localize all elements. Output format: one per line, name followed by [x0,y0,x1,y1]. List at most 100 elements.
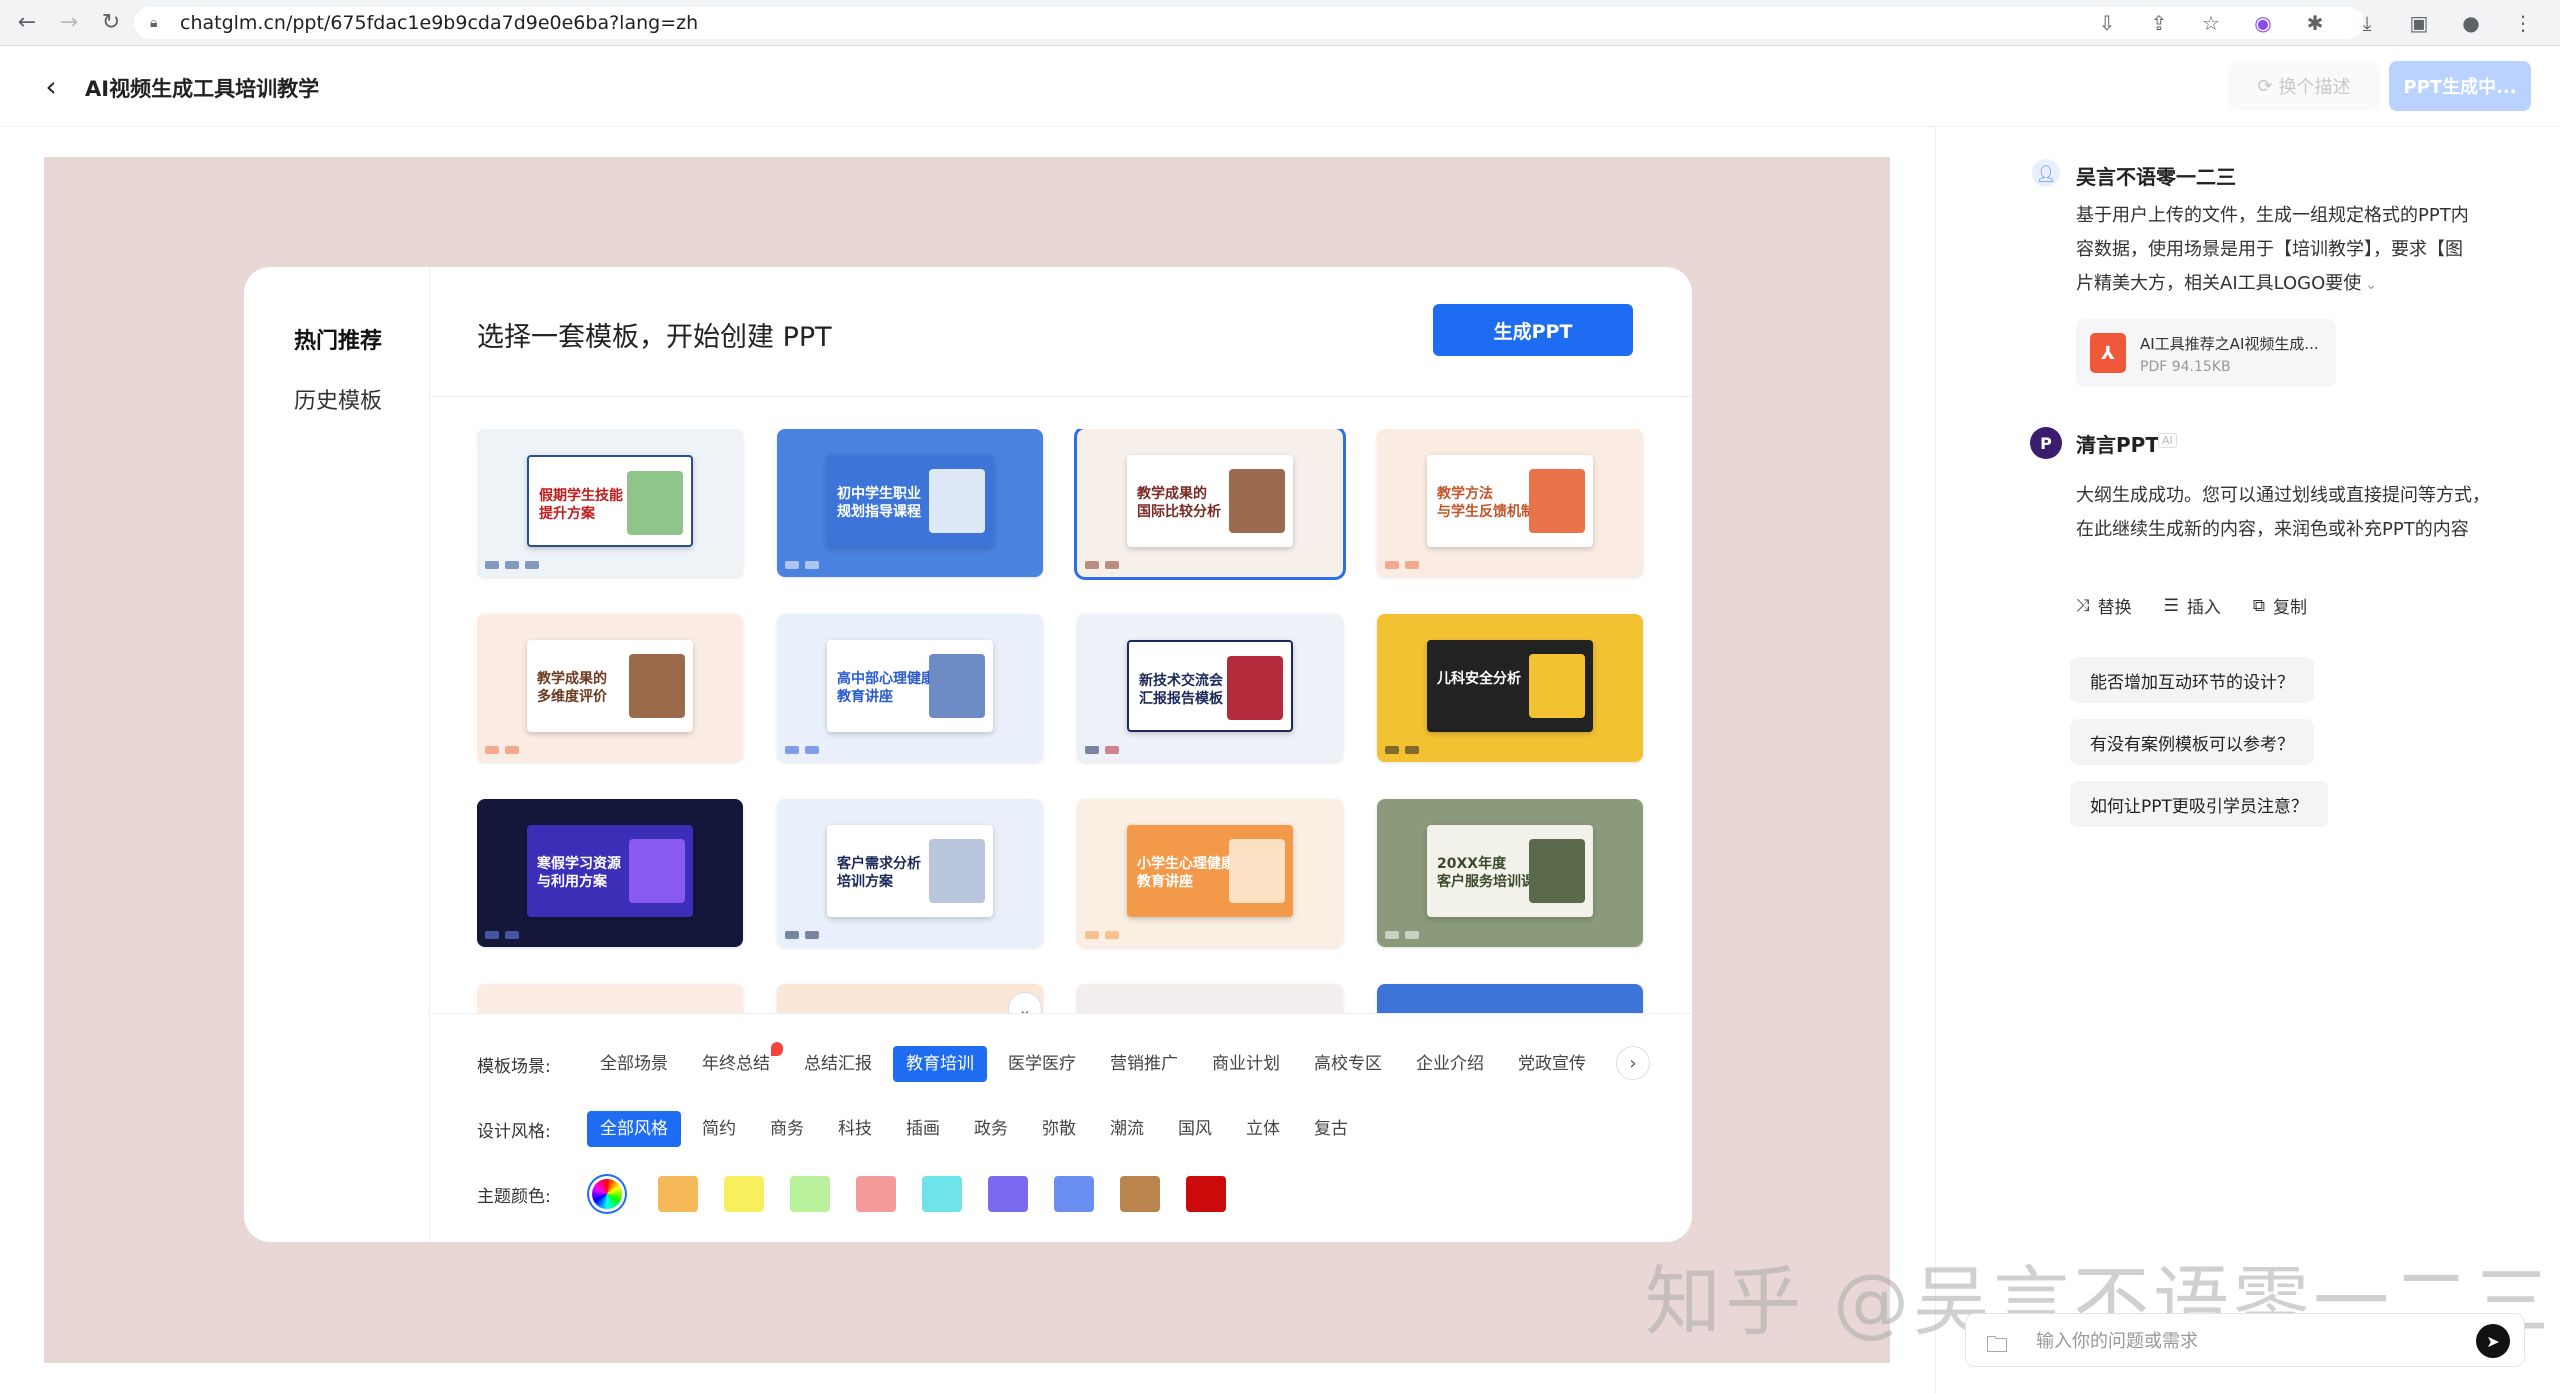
template-card[interactable]: 教学成果的 多维度评价 [477,614,743,762]
download-icon[interactable]: ⤓ [2352,8,2382,38]
chat-input[interactable] [2036,1326,2456,1356]
template-card-selected[interactable]: 教学成果的 国际比较分析 [1074,429,1346,580]
redescribe-button[interactable]: ⟳ 换个描述 [2228,61,2380,111]
template-card[interactable]: 假期学生技能 提升方案 [477,429,743,577]
style-chip-active[interactable]: 全部风格 [587,1111,681,1147]
style-chip[interactable]: 插画 [893,1111,953,1147]
menu-dots-icon[interactable]: ⋮ [2508,8,2538,38]
back-icon[interactable]: ‹ [36,70,66,103]
scene-chip[interactable]: 企业介绍 [1403,1046,1497,1082]
copy-label: 复制 [2273,598,2307,618]
scene-chip[interactable]: 营销推广 [1097,1046,1191,1082]
sidebar-item-history[interactable]: 历史模板 [294,383,382,415]
template-caption: 寒假学习资源 与利用方案 [537,856,621,890]
color-swatch-all[interactable] [592,1179,622,1209]
modal-header: 选择一套模板，开始创建 PPT 生成PPT [431,267,1692,397]
style-chip[interactable]: 简约 [689,1111,749,1147]
template-card[interactable]: 客户需求分析 培训方案 [777,799,1043,947]
style-chip[interactable]: 立体 [1233,1111,1293,1147]
template-caption: 教学成果的 国际比较分析 [1137,486,1221,520]
profile-icon[interactable]: ● [2456,8,2486,38]
expand-chevron-icon[interactable]: ⌄ [2365,277,2377,293]
template-card[interactable]: 新技术交流会 汇报报告模板 [1077,614,1343,762]
color-swatch[interactable] [658,1176,698,1212]
template-card[interactable]: 高中部心理健康 教育讲座 [777,614,1043,762]
color-swatch[interactable] [922,1176,962,1212]
attachment-name: AI工具推荐之AI视频生成... [2140,335,2319,353]
color-swatch[interactable] [1186,1176,1226,1212]
scene-chip[interactable]: 年终总结 [689,1042,783,1082]
template-card[interactable]: 寒假学习资源 与利用方案 [477,799,743,947]
style-chip[interactable]: 科技 [825,1111,885,1147]
sidebar-item-hot[interactable]: 热门推荐 [294,323,382,355]
attachment-card[interactable]: ⅄ AI工具推荐之AI视频生成... PDF 94.15KB [2076,319,2336,387]
share-icon[interactable]: ⇪ [2144,8,2174,38]
template-caption: 客户需求分析 培训方案 [837,856,921,890]
chevron-right-icon[interactable]: › [1616,1046,1650,1080]
scene-chip[interactable]: 党政宣传 [1505,1046,1599,1082]
send-icon[interactable]: ➤ [2476,1324,2510,1358]
color-swatch[interactable] [790,1176,830,1212]
user-name: 吴言不语零一二三 [2076,165,2236,189]
puzzle-icon[interactable]: ✱ [2300,8,2330,38]
template-caption: 教学方法 与学生反馈机制 [1437,486,1535,520]
url-text: chatglm.cn/ppt/675fdac1e9b9cda7d9e0e6ba?… [180,12,699,34]
suggestion-chip[interactable]: 有没有案例模板可以参考？ [2070,719,2314,765]
style-chip[interactable]: 潮流 [1097,1111,1157,1147]
generate-ppt-button[interactable]: 生成PPT [1433,304,1633,356]
style-chip[interactable]: 商务 [757,1111,817,1147]
style-chip[interactable]: 弥散 [1029,1111,1089,1147]
attachment-meta: PDF 94.15KB [2140,359,2231,375]
template-card[interactable]: 小学生心理健康 教育讲座 [1077,799,1343,947]
color-filter-row: 主题颜色: [477,1176,1252,1212]
suggestion-chip[interactable]: 能否增加互动环节的设计？ [2070,657,2314,703]
scene-chip-active[interactable]: 教育培训 [893,1046,987,1082]
color-swatch[interactable] [1120,1176,1160,1212]
template-filters: 模板场景: 全部场景 年终总结 总结汇报 教育培训 医学医疗 营销推广 商业计划… [431,1013,1692,1242]
bot-name: 清言PPT [2076,433,2159,457]
reload-icon[interactable]: ↻ [96,8,126,38]
template-card[interactable]: 教学方法 与学生反馈机制 [1377,429,1643,577]
suggestion-chip[interactable]: 如何让PPT更吸引学员注意？ [2070,781,2328,827]
forward-arrow-icon[interactable]: → [54,8,84,38]
lock-icon: 🔒︎ [150,15,158,31]
style-filter-row: 设计风格: 全部风格 简约 商务 科技 插画 政务 弥散 潮流 国风 立体 复古 [477,1111,1369,1147]
template-caption: 假期学生技能 提升方案 [539,488,623,522]
scene-chip[interactable]: 医学医疗 [995,1046,1089,1082]
user-message: 基于用户上传的文件，生成一组规定格式的PPT内容数据，使用场景是用于【培训教学】… [2076,199,2476,302]
template-caption: 教学成果的 多维度评价 [537,671,607,705]
replace-icon: ⤨ [2076,595,2090,616]
scene-chip-label: 年终总结 [702,1054,770,1074]
install-icon[interactable]: ⇩ [2092,8,2122,38]
scene-chip[interactable]: 商业计划 [1199,1046,1293,1082]
color-swatch[interactable] [724,1176,764,1212]
hot-badge-icon [771,1042,783,1056]
scene-filter-row: 模板场景: 全部场景 年终总结 总结汇报 教育培训 医学医疗 营销推广 商业计划… [477,1042,1607,1082]
color-swatch[interactable] [856,1176,896,1212]
insert-button[interactable]: ☰ 插入 [2164,593,2221,619]
star-icon[interactable]: ☆ [2196,8,2226,38]
template-card[interactable]: 20XX年度 客户服务培训课程 [1377,799,1643,947]
color-swatch[interactable] [1054,1176,1094,1212]
style-chip[interactable]: 政务 [961,1111,1021,1147]
page-title: AI视频生成工具培训教学 [85,77,320,101]
sidebar-icon[interactable]: ▣ [2404,8,2434,38]
extension-color-icon[interactable]: ◉ [2248,8,2278,38]
scene-chip[interactable]: 高校专区 [1301,1046,1395,1082]
replace-button[interactable]: ⤨ 替换 [2076,593,2132,619]
style-chip[interactable]: 复古 [1301,1111,1361,1147]
template-card[interactable]: 初中学生职业 规划指导课程 [777,429,1043,577]
ppt-generating-button[interactable]: PPT生成中... [2389,61,2531,111]
color-swatch[interactable] [988,1176,1028,1212]
back-arrow-icon[interactable]: ← [12,8,42,38]
chat-input-bar: 🗀︎ ➤ [1965,1313,2525,1367]
scene-chip[interactable]: 全部场景 [587,1046,681,1082]
copy-button[interactable]: ⧉ 复制 [2253,593,2307,619]
scene-chip[interactable]: 总结汇报 [791,1046,885,1082]
modal-title: 选择一套模板，开始创建 PPT [477,322,832,353]
style-chip[interactable]: 国风 [1165,1111,1225,1147]
replace-label: 替换 [2097,598,2132,618]
folder-upload-icon[interactable]: 🗀︎ [1986,1328,2008,1366]
address-bar[interactable]: 🔒︎ chatglm.cn/ppt/675fdac1e9b9cda7d9e0e6… [134,7,2364,39]
template-card[interactable]: 儿科安全分析 [1377,614,1643,762]
